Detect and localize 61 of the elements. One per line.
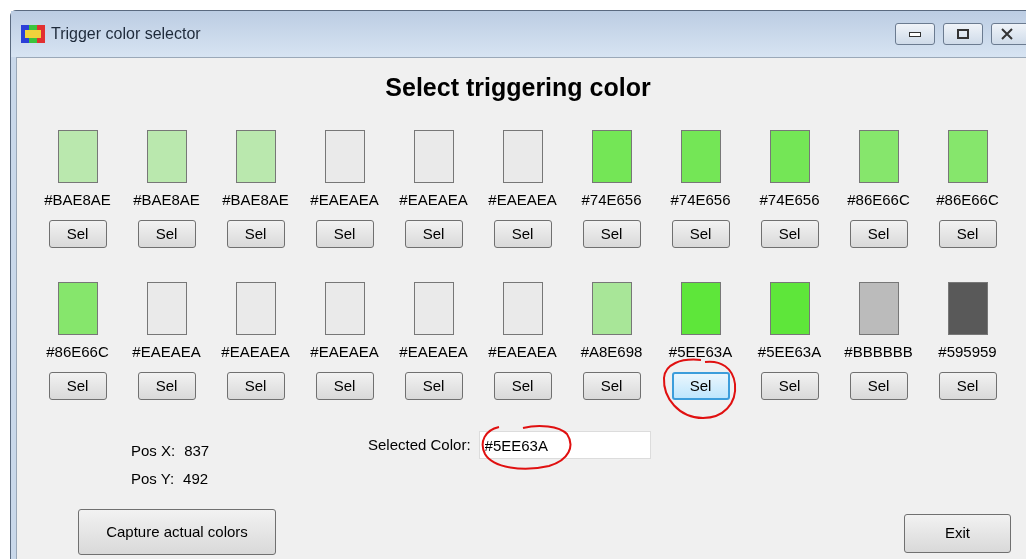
- select-button[interactable]: Sel: [849, 372, 908, 400]
- select-button[interactable]: Sel: [226, 372, 285, 400]
- app-icon: [21, 25, 45, 43]
- select-button[interactable]: Sel: [493, 372, 552, 400]
- color-code: #86E66C: [46, 343, 109, 361]
- select-button[interactable]: Sel: [48, 372, 107, 400]
- color-code: #BBBBBB: [844, 343, 913, 361]
- color-code: #EAEAEA: [132, 343, 201, 361]
- select-button[interactable]: Sel: [582, 220, 641, 248]
- color-code: #86E66C: [847, 191, 910, 209]
- color-code: #EAEAEA: [488, 191, 557, 209]
- select-button[interactable]: Sel: [760, 220, 819, 248]
- select-button[interactable]: Sel: [671, 372, 730, 400]
- select-button[interactable]: Sel: [226, 220, 285, 248]
- select-button[interactable]: Sel: [760, 372, 819, 400]
- color-code: #EAEAEA: [488, 343, 557, 361]
- color-code: #EAEAEA: [399, 191, 468, 209]
- color-code: #EAEAEA: [399, 343, 468, 361]
- heading: Select triggering color: [384, 73, 652, 101]
- select-button[interactable]: Sel: [315, 220, 374, 248]
- color-code: #EAEAEA: [221, 343, 290, 361]
- color-code: #595959: [938, 343, 997, 361]
- selected-color-field[interactable]: #5EE63A: [478, 431, 651, 459]
- select-button[interactable]: Sel: [404, 372, 463, 400]
- color-code: #BAE8AE: [44, 191, 111, 209]
- pos-y-label: Pos Y:: [131, 470, 175, 488]
- selected-color-label: Selected Color:: [368, 436, 471, 454]
- color-code: #74E656: [759, 191, 820, 209]
- color-code: #74E656: [670, 191, 731, 209]
- color-code: #5EE63A: [668, 343, 733, 361]
- select-button[interactable]: Sel: [938, 372, 997, 400]
- close-button[interactable]: [991, 23, 1026, 45]
- select-button[interactable]: Sel: [671, 220, 730, 248]
- select-button[interactable]: Sel: [938, 220, 997, 248]
- select-button[interactable]: Sel: [137, 220, 196, 248]
- minimize-icon: [909, 31, 921, 37]
- maximize-button[interactable]: [943, 23, 983, 45]
- select-button[interactable]: Sel: [493, 220, 552, 248]
- color-code: #EAEAEA: [310, 191, 379, 209]
- select-button[interactable]: Sel: [137, 372, 196, 400]
- color-code: #BAE8AE: [133, 191, 200, 209]
- color-code: #86E66C: [936, 191, 999, 209]
- exit-button[interactable]: Exit: [904, 514, 1011, 553]
- color-code: #A8E698: [580, 343, 643, 361]
- select-button[interactable]: Sel: [315, 372, 374, 400]
- maximize-icon: [957, 29, 969, 39]
- pos-x-value: 837: [184, 442, 210, 460]
- select-button[interactable]: Sel: [582, 372, 641, 400]
- color-code: #BAE8AE: [222, 191, 289, 209]
- pos-y-value: 492: [183, 470, 209, 488]
- color-code: #EAEAEA: [310, 343, 379, 361]
- select-button[interactable]: Sel: [48, 220, 107, 248]
- color-code: #74E656: [581, 191, 642, 209]
- select-button[interactable]: Sel: [849, 220, 908, 248]
- minimize-button[interactable]: [895, 23, 935, 45]
- pos-x-label: Pos X:: [131, 442, 176, 460]
- select-button[interactable]: Sel: [404, 220, 463, 248]
- capture-button[interactable]: Capture actual colors: [78, 509, 276, 555]
- window-title: Trigger color selector: [51, 24, 201, 44]
- color-code: #5EE63A: [757, 343, 822, 361]
- close-icon: [1000, 28, 1014, 40]
